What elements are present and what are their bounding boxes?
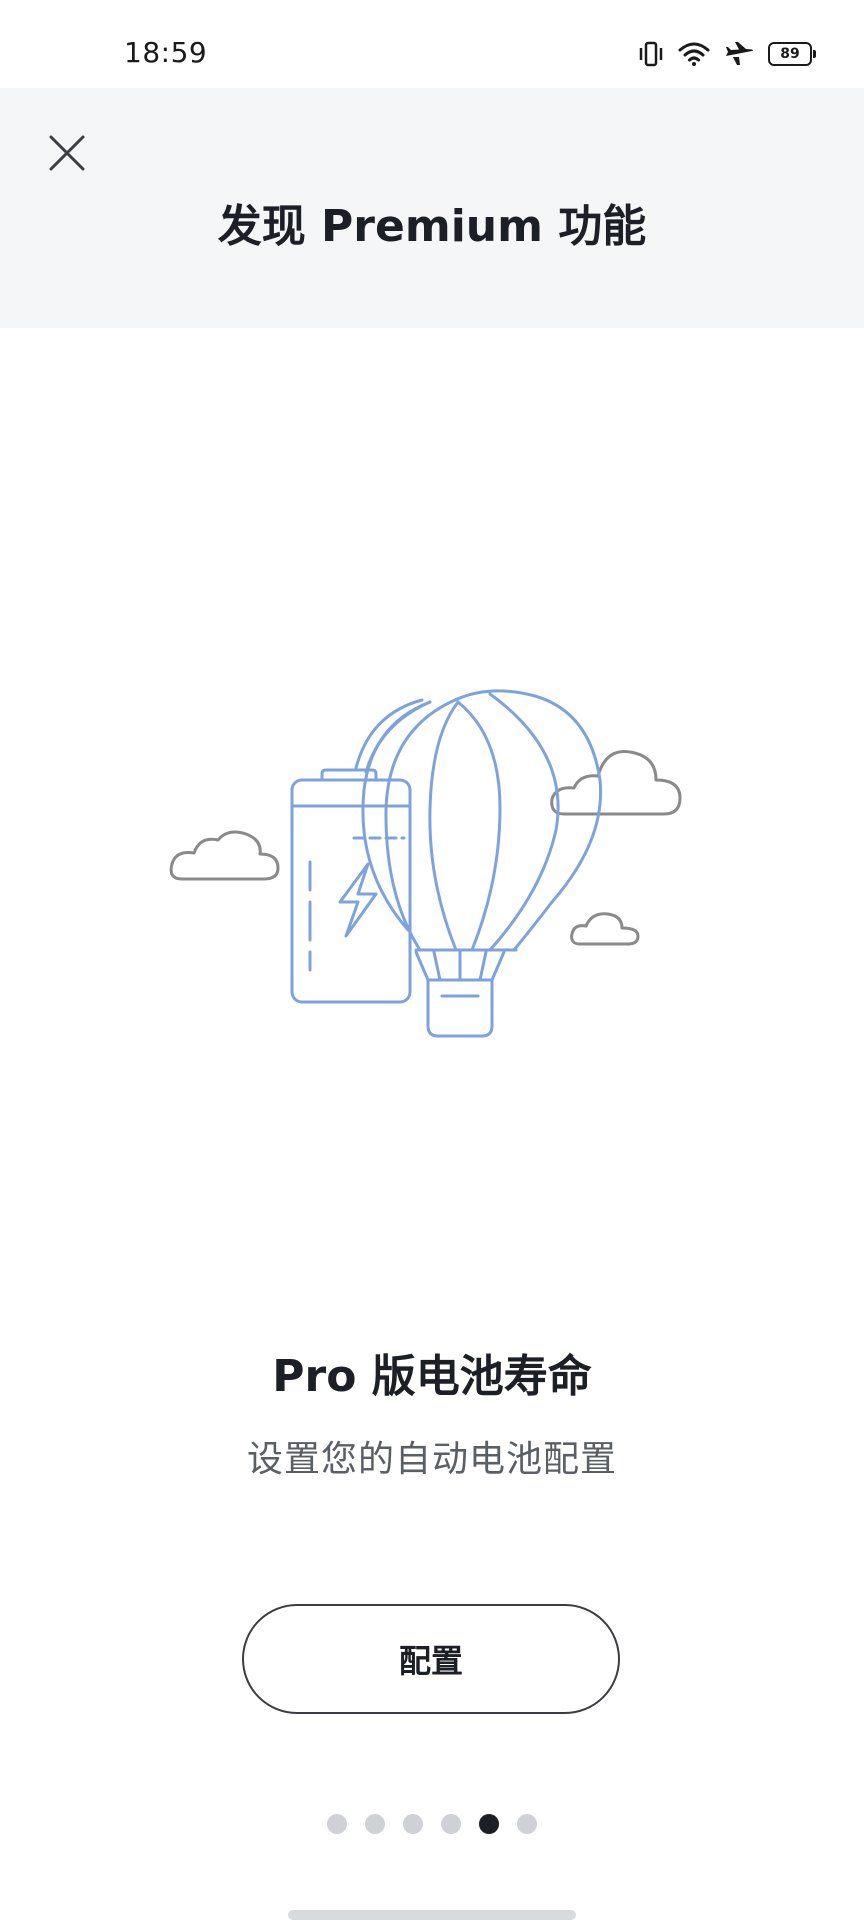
close-icon [47,133,87,177]
page-dot[interactable] [327,1814,347,1834]
cloud-icon [550,750,682,816]
status-time: 18:59 [124,36,208,69]
battery-icon: 89 [768,42,816,66]
battery-balloon-illustration [160,640,704,1040]
close-button[interactable] [40,128,94,182]
page-title: 发现 Premium 功能 [217,201,647,252]
home-indicator[interactable] [288,1910,576,1920]
wifi-icon [678,41,710,67]
config-button[interactable]: 配置 [242,1604,620,1714]
page-dot[interactable] [517,1814,537,1834]
airplane-icon [724,40,754,68]
page-indicator [0,1814,864,1834]
page-dot-active[interactable] [479,1814,499,1834]
page-dot[interactable] [403,1814,423,1834]
page-dot[interactable] [365,1814,385,1834]
feature-subtitle: 设置您的自动电池配置 [246,1439,617,1480]
balloon-icon [354,689,603,1038]
feature-title: Pro 版电池寿命 [272,1351,592,1402]
page-dot[interactable] [441,1814,461,1834]
status-bar: 18:59 89 [0,0,864,88]
cloud-icon [169,830,280,881]
status-icons: 89 [638,38,816,70]
vibrate-icon [638,40,664,68]
cloud-icon [570,912,640,946]
